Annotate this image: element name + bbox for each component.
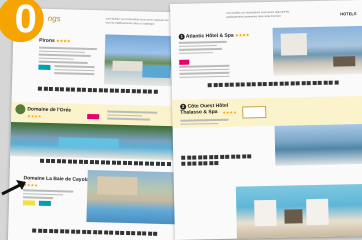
- left-hotel1-photo: [104, 34, 182, 87]
- right-brochure-page: Pour faciliter vos réservations nous avo…: [170, 0, 362, 240]
- amenity-icons-row-1: [37, 86, 158, 94]
- amenity-icons-row-5: [181, 154, 252, 166]
- right-hotel1-table: [179, 64, 230, 80]
- right-hotel2-photo: [274, 123, 362, 166]
- right-bottom-photo: [235, 183, 362, 239]
- left-hotel1-tag-teal: [38, 64, 51, 70]
- left-hotel1-name: Pirons ★★★★: [39, 37, 71, 45]
- left-hotel1-stars: ★★★★: [56, 38, 71, 44]
- left-hotel3-tag-yellow: [22, 200, 35, 206]
- left-hotel2-stars: ★★★★: [27, 113, 42, 119]
- page-number-badge: 0: [0, 0, 45, 43]
- left-header-title: ngs: [47, 13, 61, 24]
- amenity-icons-row-4: [207, 80, 339, 88]
- right-hotel2-title-2: Thalasso & Spa: [180, 109, 218, 116]
- arrow-icon: [1, 180, 26, 196]
- amenity-icons-row-2: [39, 158, 171, 167]
- right-hotel1-text: [178, 40, 227, 56]
- right-hotel1-title: 1 Atlantic Hôtel & Spa ★★★★: [178, 32, 250, 40]
- right-hotel2-logo: [242, 106, 267, 119]
- right-hotel1-photo: [272, 25, 362, 76]
- right-intro-2: établissements partenaires dans cette br…: [226, 14, 281, 19]
- left-hotel1-table: [54, 65, 95, 77]
- left-brochure-page: 0 ngs pour faciliter vos réservations no…: [0, 0, 184, 240]
- amenity-icons-row-3: [32, 228, 158, 236]
- left-header-blurb-2: tous les établissements dans ce catalogu…: [105, 21, 155, 26]
- left-hotel3-text: [23, 189, 74, 201]
- right-hotel2-stars: ★★★★: [222, 109, 237, 115]
- right-hotel1-tag-pink: [179, 59, 190, 65]
- right-hotel1-stars: ★★★★: [235, 32, 250, 38]
- right-section-label: HOTELS: [340, 11, 357, 17]
- left-hotel2-tag-pink: [87, 113, 100, 120]
- left-hotel1-text: [38, 46, 97, 66]
- left-hotel2-photo: [10, 121, 181, 161]
- left-hotel3-photo: [86, 169, 178, 225]
- left-hotel3-tag-teal: [38, 200, 51, 207]
- right-hotel1-number: 1: [178, 33, 185, 40]
- left-hotel2-text: [107, 110, 158, 122]
- badge-number: 0: [14, 0, 38, 42]
- right-hotel2-text: [180, 118, 229, 127]
